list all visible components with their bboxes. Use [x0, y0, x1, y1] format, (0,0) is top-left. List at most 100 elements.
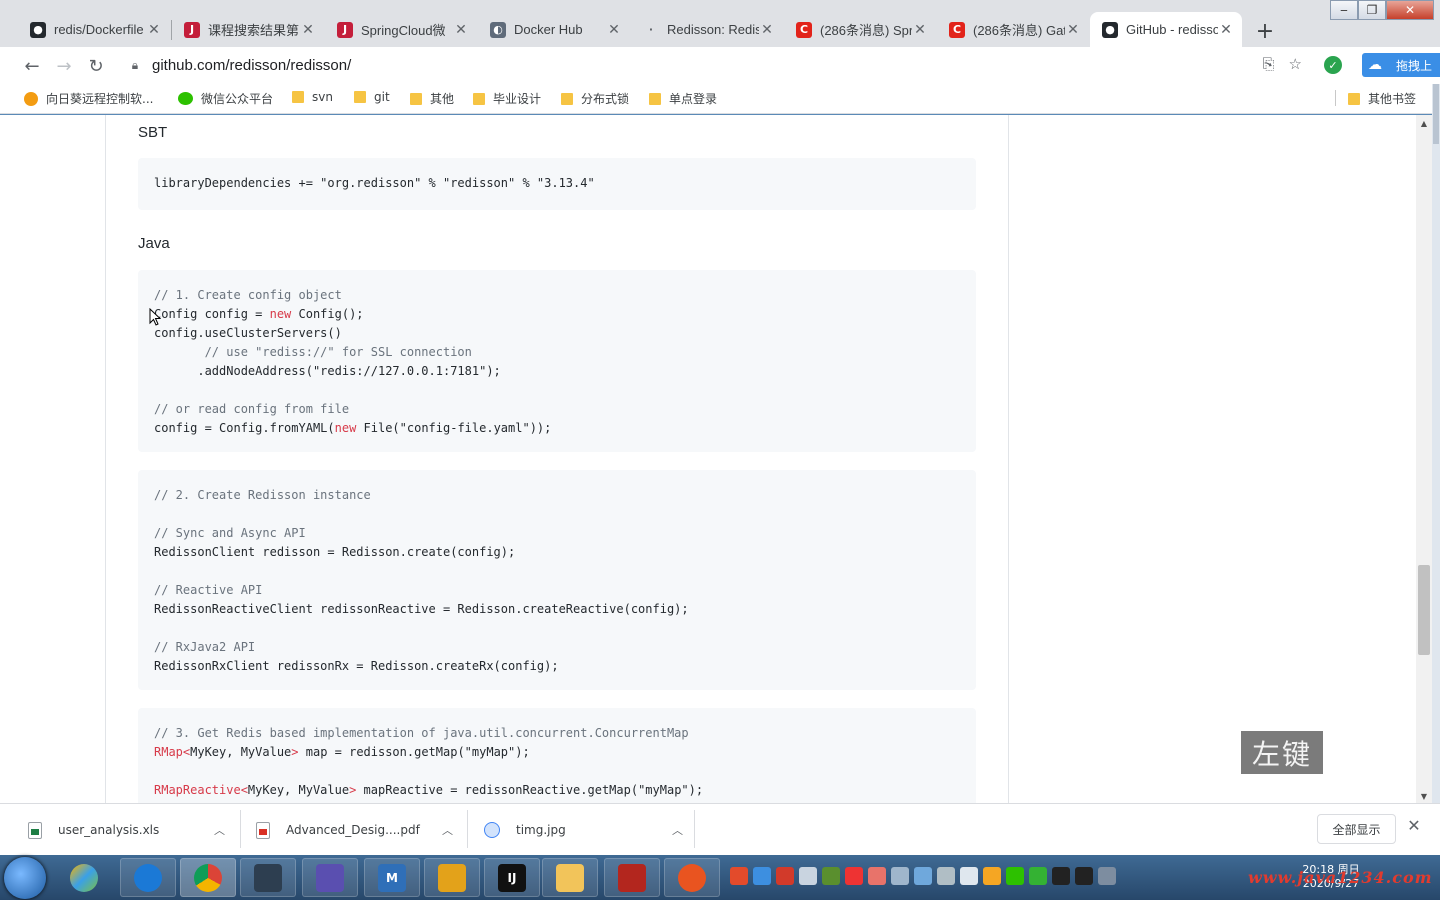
folder-icon — [561, 92, 573, 105]
bookmark-svn[interactable]: svn — [292, 90, 333, 104]
code-text: MyKey, MyValue — [247, 783, 350, 797]
qq-icon-2[interactable] — [1075, 867, 1093, 885]
close-icon[interactable]: ✕ — [759, 22, 775, 38]
sbt-code-line: libraryDependencies += "org.redisson" % … — [154, 176, 595, 190]
close-shelf-icon[interactable]: ✕ — [1404, 816, 1424, 840]
chevron-up-icon[interactable]: ︿ — [672, 822, 683, 838]
nvidia-icon[interactable] — [822, 867, 840, 885]
taskbar-app-chrome[interactable] — [180, 858, 236, 897]
qq-icon[interactable] — [1052, 867, 1070, 885]
lock-icon[interactable]: 🔒︎ — [118, 58, 152, 73]
close-icon[interactable]: ✕ — [912, 22, 928, 38]
translate-icon[interactable]: ⎘ — [1263, 55, 1275, 73]
watermark-text: www.java1234.com — [1248, 868, 1433, 887]
tray-orange-icon[interactable] — [983, 867, 1001, 885]
taskbar-app-feather[interactable] — [302, 858, 358, 897]
wechat-icon[interactable] — [1006, 867, 1024, 885]
code-text: RedissonReactiveClient redissonReactive … — [154, 602, 689, 616]
bookmark-sunlogin[interactable]: 向日葵远程控制软... — [24, 90, 153, 107]
download-name: timg.jpg — [516, 823, 566, 837]
network-icon[interactable] — [891, 867, 909, 885]
start-button[interactable] — [4, 857, 46, 899]
taskbar-app-explorer[interactable] — [542, 858, 598, 897]
bookmark-git[interactable]: git — [354, 90, 390, 104]
bookmark-label: 其他书签 — [1368, 92, 1417, 106]
bookmark-wechat[interactable]: 微信公众平台 — [178, 90, 273, 107]
scrollbar-thumb[interactable] — [1418, 565, 1430, 655]
page-scrollbar[interactable]: ▲ ▼ — [1416, 115, 1432, 803]
taskbar-app-red[interactable] — [604, 858, 660, 897]
bookmark-other[interactable]: 其他 — [410, 90, 454, 107]
taskbar-app-browser[interactable] — [120, 858, 176, 897]
extension-label: 拖拽上 — [1396, 58, 1433, 73]
bookmarks-bar: 向日葵远程控制软... 微信公众平台 svn git 其他 毕业设计 分布式锁 … — [0, 84, 1440, 114]
address-bar[interactable]: 🔒︎ github.com/redisson/redisson/ ⎘ ☆ — [118, 50, 1312, 80]
show-all-downloads-button[interactable]: 全部显示 — [1317, 814, 1396, 844]
shield-icon[interactable] — [799, 867, 817, 885]
download-item[interactable]: user_analysis.xls ︿ — [0, 804, 225, 856]
baidu-pan-extension[interactable]: ☁ 拖拽上 — [1362, 53, 1440, 77]
download-item[interactable]: timg.jpg ︿ — [456, 804, 683, 856]
tray-device-icon[interactable] — [937, 867, 955, 885]
feather-icon — [316, 863, 344, 892]
tab-csdn-gat[interactable]: C (286条消息) Gat ✕ — [937, 12, 1089, 47]
forward-button[interactable]: → — [51, 53, 77, 79]
tab-csdn-spr[interactable]: C (286条消息) Spr ✕ — [784, 12, 936, 47]
tray-s-icon[interactable] — [845, 867, 863, 885]
close-icon[interactable]: ✕ — [1218, 22, 1234, 38]
taskbar-app-m[interactable]: M — [364, 858, 420, 897]
close-icon[interactable]: ✕ — [300, 22, 316, 38]
close-icon[interactable]: ✕ — [1065, 22, 1081, 38]
chevron-up-icon[interactable]: ︿ — [214, 822, 225, 838]
scroll-down-arrow[interactable]: ▼ — [1416, 792, 1432, 801]
maximize-button[interactable]: ❐ — [1358, 0, 1386, 20]
close-window-button[interactable]: ✕ — [1386, 0, 1434, 20]
bookmark-graduation[interactable]: 毕业设计 — [473, 90, 541, 107]
taskbar-app-ubuntu[interactable] — [664, 858, 720, 897]
browser-app-icon — [134, 863, 162, 892]
close-icon[interactable]: ✕ — [606, 22, 622, 38]
taskbar-app-square[interactable] — [424, 858, 480, 897]
bell-icon[interactable] — [960, 867, 978, 885]
tray-chat-icon[interactable] — [914, 867, 932, 885]
reload-button[interactable]: ↻ — [83, 53, 109, 79]
star-icon[interactable]: ☆ — [1289, 55, 1302, 73]
tray-flower-icon[interactable] — [868, 867, 886, 885]
scroll-up-arrow[interactable]: ▲ — [1416, 119, 1432, 128]
tab-docker-hub[interactable]: ◐ Docker Hub ✕ — [478, 12, 630, 47]
intellij-icon: IJ — [498, 863, 526, 892]
tab-redis-dockerfile[interactable]: ● redis/Dockerfile ✕ — [18, 12, 170, 47]
monitor-icon — [254, 863, 282, 892]
tab-course-search[interactable]: J 课程搜索结果第 ✕ — [172, 12, 324, 47]
bookmark-distributed-lock[interactable]: 分布式锁 — [561, 90, 629, 107]
back-button[interactable]: ← — [19, 53, 45, 79]
tab-redisson-redis[interactable]: · Redisson: Redis ✕ — [631, 12, 783, 47]
new-tab-button[interactable]: + — [1251, 17, 1279, 45]
window-edge-scrollbar — [1432, 84, 1440, 804]
image-file-icon — [484, 822, 500, 838]
chevron-up-icon[interactable]: ︿ — [442, 822, 453, 838]
bookmark-sso[interactable]: 单点登录 — [649, 90, 717, 107]
sogou-icon[interactable] — [730, 867, 748, 885]
taskbar-app-photos[interactable] — [56, 858, 112, 897]
tray-cube-icon[interactable] — [753, 867, 771, 885]
close-icon[interactable]: ✕ — [453, 22, 469, 38]
taskbar-app-remote-desktop[interactable] — [240, 858, 296, 897]
tray-red-icon[interactable] — [776, 867, 794, 885]
sunflower-icon — [24, 91, 38, 106]
wechat-work-icon[interactable] — [1029, 867, 1047, 885]
code-type: RMapReactive< — [154, 783, 248, 797]
extension-check-icon[interactable]: ✓ — [1324, 56, 1342, 74]
close-icon[interactable]: ✕ — [146, 22, 162, 38]
pdf-file-icon — [256, 821, 270, 839]
tab-github-redisson[interactable]: ● GitHub - redisso ✕ — [1090, 12, 1242, 47]
tab-springcloud[interactable]: J SpringCloud微 ✕ — [325, 12, 477, 47]
folder-icon — [649, 92, 661, 105]
github-icon: ● — [30, 21, 46, 38]
content-border-right — [1008, 115, 1009, 803]
taskbar-app-intellij[interactable]: IJ — [484, 858, 540, 897]
bookmark-other-bookmarks[interactable]: 其他书签 — [1348, 90, 1416, 107]
download-item[interactable]: Advanced_Desig....pdf ︿ — [228, 804, 453, 856]
minimize-button[interactable]: ‒ — [1330, 0, 1358, 20]
tray-gear-icon[interactable] — [1098, 867, 1116, 885]
